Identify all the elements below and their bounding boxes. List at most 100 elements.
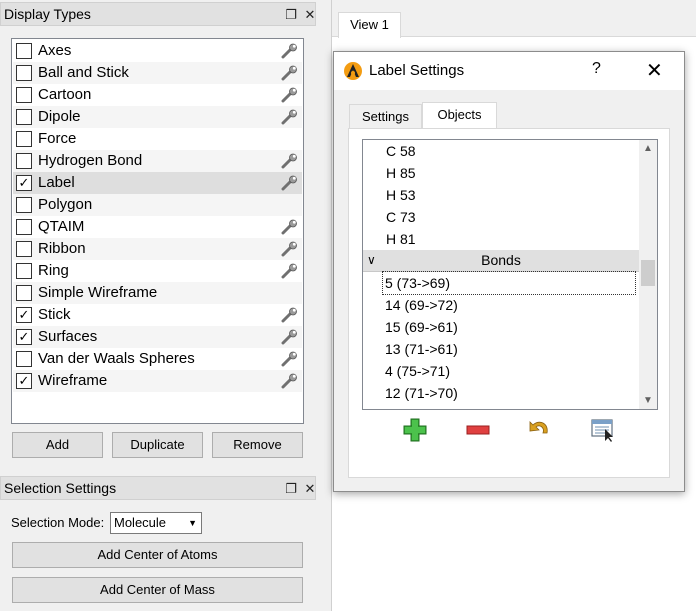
list-item[interactable]: Hydrogen Bond (13, 150, 302, 172)
checkbox[interactable] (16, 197, 32, 213)
list-item[interactable]: Axes (13, 40, 302, 62)
tree-bond-item[interactable]: 4 (75->71) (363, 360, 639, 382)
list-item[interactable]: Force (13, 128, 302, 150)
checkbox[interactable] (16, 43, 32, 59)
selection-mode-label: Selection Mode: (11, 515, 105, 530)
close-button[interactable]: ✕ (646, 58, 663, 83)
tree-atom-item[interactable]: H 85 (363, 162, 639, 184)
checkbox[interactable] (16, 241, 32, 257)
display-types-title-bar: Display Types (0, 2, 316, 26)
list-item-label: Ball and Stick (38, 64, 129, 81)
list-item[interactable]: Ribbon (13, 238, 302, 260)
dialog-title-bar: Label Settings ? ✕ (334, 52, 684, 90)
checkbox[interactable] (16, 263, 32, 279)
close-icon[interactable]: ✕ (302, 7, 318, 23)
list-item[interactable]: Dipole (13, 106, 302, 128)
checkbox[interactable]: ✓ (16, 307, 32, 323)
scroll-up-icon[interactable]: ▲ (639, 140, 657, 157)
add-center-of-mass-button[interactable]: Add Center of Mass (12, 577, 303, 603)
add-center-of-atoms-button[interactable]: Add Center of Atoms (12, 542, 303, 568)
close-icon[interactable]: ✕ (302, 481, 318, 497)
selection-settings-dock-buttons: ❐ ✕ (280, 477, 331, 501)
label-settings-dialog: Label Settings ? ✕ Settings Objects ▲ ▼ … (333, 51, 685, 492)
wrench-icon[interactable] (281, 65, 298, 81)
undo-icon[interactable] (527, 417, 553, 443)
display-types-list[interactable]: Axes Ball and Stick Cartoon Dipole Force Hydr… (11, 38, 304, 424)
list-item[interactable]: Cartoon (13, 84, 302, 106)
checkbox[interactable] (16, 109, 32, 125)
wrench-icon[interactable] (281, 373, 298, 389)
tab-objects[interactable]: Objects (422, 102, 497, 129)
tree-bond-item[interactable]: 12 (71->70) (363, 382, 639, 404)
list-item[interactable]: ✓ Surfaces (13, 326, 302, 348)
view-tab-strip: View 1 (332, 0, 696, 38)
wrench-icon[interactable] (281, 351, 298, 367)
wrench-icon[interactable] (281, 241, 298, 257)
float-icon[interactable]: ❐ (283, 7, 299, 23)
checkbox[interactable] (16, 153, 32, 169)
list-item-label: QTAIM (38, 218, 85, 235)
remove-icon[interactable] (465, 417, 491, 443)
add-icon[interactable] (402, 417, 428, 443)
wrench-icon[interactable] (281, 219, 298, 235)
tree-atom-item[interactable]: C 58 (363, 140, 639, 162)
wrench-icon[interactable] (281, 329, 298, 345)
tree-bond-item[interactable]: 5 (73->69) (382, 271, 636, 295)
list-item-label: Simple Wireframe (38, 284, 158, 301)
list-item-label: Van der Waals Spheres (38, 350, 195, 367)
tree-bond-item[interactable]: 15 (69->61) (363, 316, 639, 338)
add-button[interactable]: Add (12, 432, 103, 458)
checkbox[interactable] (16, 351, 32, 367)
duplicate-button[interactable]: Duplicate (112, 432, 203, 458)
scroll-down-icon[interactable]: ▼ (639, 392, 657, 409)
scroll-thumb[interactable] (641, 260, 655, 286)
help-button[interactable]: ? (592, 60, 601, 78)
list-item[interactable]: ✓ Stick (13, 304, 302, 326)
select-icon[interactable] (590, 417, 616, 443)
list-item-label: Surfaces (38, 328, 98, 345)
list-item[interactable]: Polygon (13, 194, 302, 216)
display-types-dock-buttons: ❐ ✕ (280, 3, 331, 27)
list-item[interactable]: Van der Waals Spheres (13, 348, 302, 370)
list-item[interactable]: ✓ Label (13, 172, 302, 194)
tree-bonds-header[interactable]: ∨ Bonds (363, 250, 639, 272)
tab-settings[interactable]: Settings (349, 104, 422, 129)
checkbox[interactable] (16, 285, 32, 301)
wrench-icon[interactable] (281, 153, 298, 169)
checkbox[interactable] (16, 87, 32, 103)
checkbox[interactable] (16, 219, 32, 235)
wrench-icon[interactable] (281, 109, 298, 125)
selection-mode-dropdown[interactable]: Molecule ▼ (110, 512, 202, 534)
tree-bond-item[interactable]: 14 (69->72) (363, 294, 639, 316)
list-item-label: Dipole (38, 108, 81, 125)
list-item[interactable]: QTAIM (13, 216, 302, 238)
list-item-label: Ribbon (38, 240, 86, 257)
wrench-icon[interactable] (281, 307, 298, 323)
wrench-icon[interactable] (281, 263, 298, 279)
list-item[interactable]: Ring (13, 260, 302, 282)
list-item[interactable]: Ball and Stick (13, 62, 302, 84)
tree-atom-item[interactable]: C 73 (363, 206, 639, 228)
wrench-icon[interactable] (281, 87, 298, 103)
list-item-label: Cartoon (38, 86, 92, 103)
vertical-scrollbar[interactable]: ▲ ▼ (639, 140, 657, 409)
wrench-icon[interactable] (281, 43, 298, 59)
checkbox[interactable]: ✓ (16, 329, 32, 345)
objects-tab-pane: ▲ ▼ C 58 H 85 H 53 C 73 H 81 ∨ Bonds 5 (73->69)… (348, 128, 670, 478)
checkbox[interactable]: ✓ (16, 175, 32, 191)
tree-atom-item[interactable]: H 81 (363, 228, 639, 250)
list-item[interactable]: ✓ Wireframe (13, 370, 302, 392)
chevron-down-icon[interactable]: ∨ (367, 250, 376, 271)
tab-view-1[interactable]: View 1 (338, 12, 401, 38)
remove-button[interactable]: Remove (212, 432, 303, 458)
display-types-title: Display Types (4, 6, 91, 22)
checkbox[interactable] (16, 131, 32, 147)
checkbox[interactable] (16, 65, 32, 81)
checkbox[interactable]: ✓ (16, 373, 32, 389)
objects-tree[interactable]: ▲ ▼ C 58 H 85 H 53 C 73 H 81 ∨ Bonds 5 (73->69)… (362, 139, 658, 410)
list-item[interactable]: Simple Wireframe (13, 282, 302, 304)
tree-bond-item[interactable]: 13 (71->61) (363, 338, 639, 360)
tree-atom-item[interactable]: H 53 (363, 184, 639, 206)
float-icon[interactable]: ❐ (283, 481, 299, 497)
wrench-icon[interactable] (281, 175, 298, 191)
